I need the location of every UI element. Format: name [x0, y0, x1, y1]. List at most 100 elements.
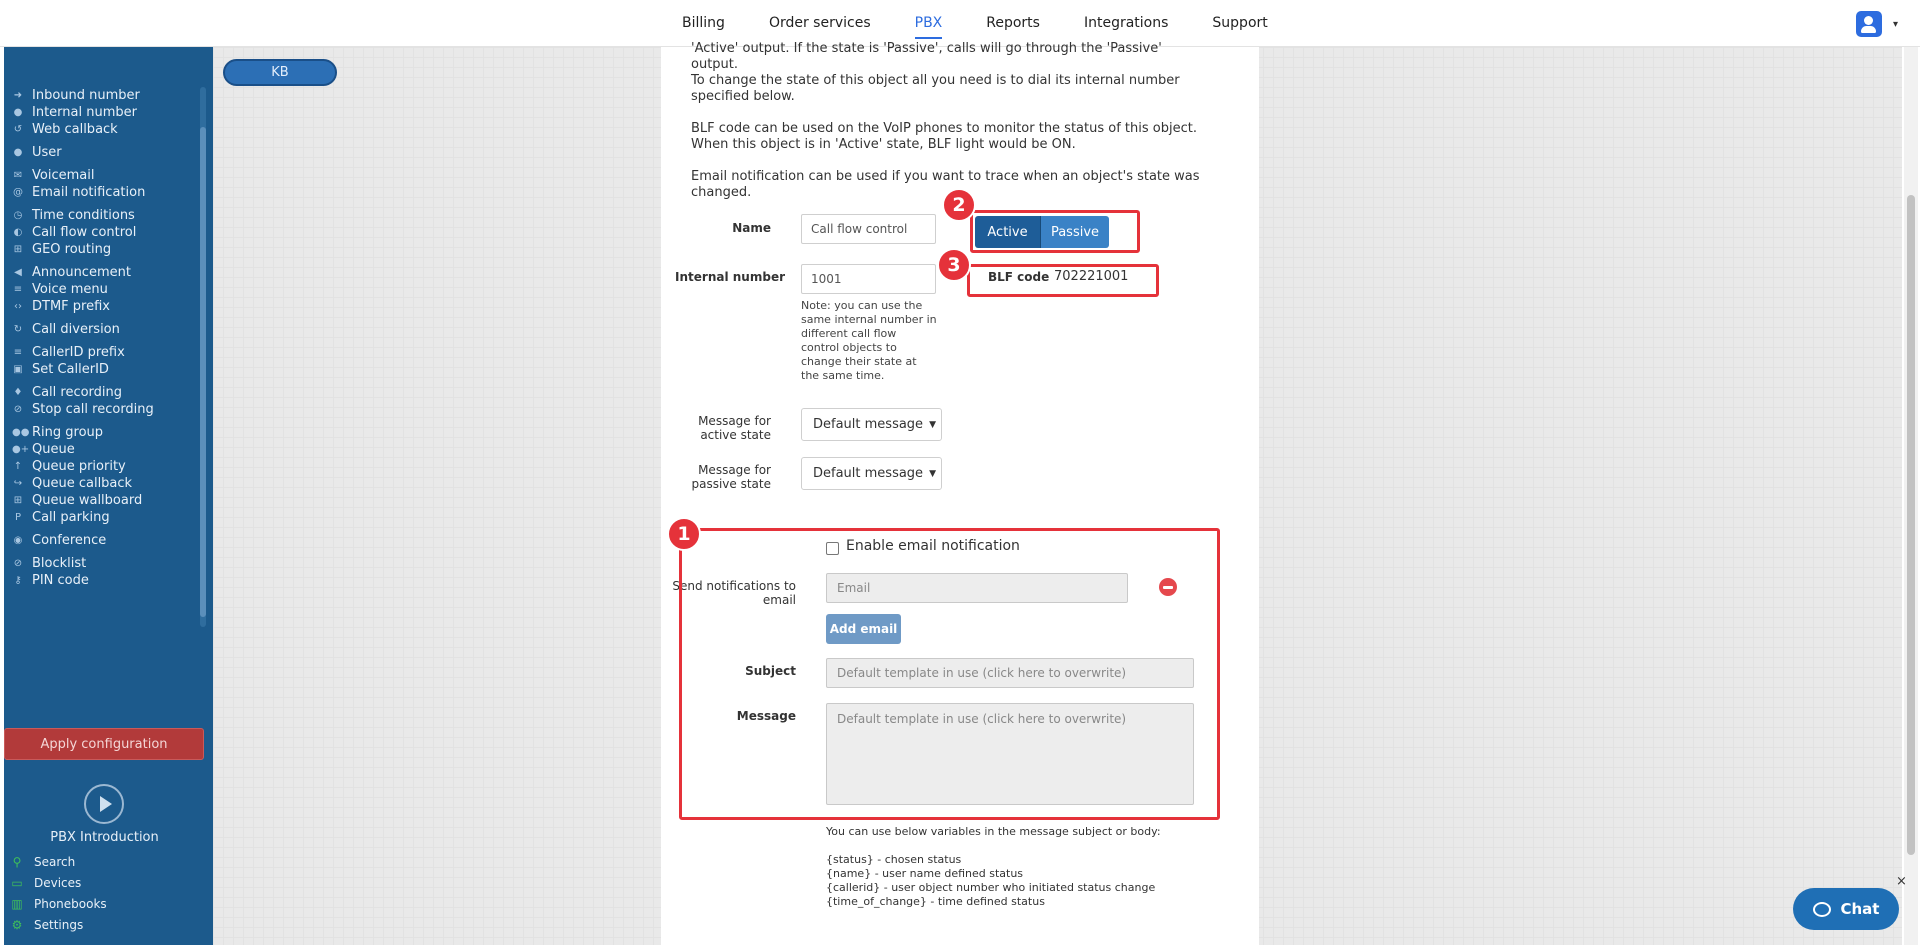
nav-integrations[interactable]: Integrations — [1084, 0, 1168, 47]
message-passive-dropdown[interactable]: Default message ▼ — [801, 457, 942, 490]
nav-order-services[interactable]: Order services — [769, 0, 871, 47]
chat-button[interactable]: Chat — [1793, 888, 1899, 930]
sidebar-item-call-recording[interactable]: ♦ Call recording — [12, 383, 123, 401]
comments-icon: ◉ — [13, 534, 23, 546]
internal-number-input[interactable]: 1001 — [801, 264, 936, 294]
sidebar-search[interactable]: ⚲ Search — [10, 855, 76, 869]
list-icon: ≡ — [13, 283, 23, 295]
toggle-icon: ◐ — [13, 226, 23, 238]
undo-icon: ↺ — [13, 123, 23, 135]
share-icon: ↪ — [13, 477, 23, 489]
sidebar-item-email-notification[interactable]: @ Email notification — [12, 183, 145, 201]
top-navbar: Billing Order services PBX Reports Integ… — [0, 0, 1920, 47]
internal-number-note: Note: you can use the same internal numb… — [801, 299, 937, 382]
nav-reports[interactable]: Reports — [986, 0, 1040, 47]
book-icon: ▥ — [11, 897, 23, 911]
sidebar-item-voice-menu[interactable]: ≡ Voice menu — [12, 280, 108, 298]
sidebar-item-call-flow-control[interactable]: ◐ Call flow control — [12, 223, 137, 241]
sidebar-item-user[interactable]: ● User — [12, 143, 62, 161]
envelope-icon: ✉ — [13, 169, 23, 181]
chat-close-icon[interactable]: × — [1896, 874, 1907, 889]
megaphone-icon: ◀ — [14, 266, 22, 278]
sidebar-item-ring-group[interactable]: ●● Ring group — [12, 423, 103, 441]
id-card-icon: ▣ — [13, 363, 23, 375]
variable-status: {status} - chosen status — [826, 853, 962, 866]
user-plus-icon: ●+ — [12, 443, 30, 455]
message-active-dropdown[interactable]: Default message ▼ — [801, 408, 942, 441]
sidebar-item-internal-number[interactable]: ● Internal number — [12, 103, 137, 121]
clock-icon: ◷ — [13, 209, 23, 221]
sidebar-item-set-callerid[interactable]: ▣ Set CallerID — [12, 360, 109, 378]
sidebar-item-callerid-prefix[interactable]: ≡ CallerID prefix — [12, 343, 125, 361]
page-scrollbar-thumb[interactable] — [1907, 195, 1915, 855]
sidebar-item-queue-priority[interactable]: ↑ Queue priority — [12, 457, 126, 475]
sidebar-item-call-parking[interactable]: P Call parking — [12, 508, 110, 526]
pin-icon: ● — [13, 106, 23, 118]
arrow-up-icon: ↑ — [13, 460, 23, 472]
annotation-box-3 — [967, 264, 1159, 297]
sidebar-item-queue[interactable]: ●+ Queue — [12, 440, 75, 458]
pbx-intro-play-button[interactable] — [84, 784, 124, 824]
kb-object-node[interactable]: KB — [223, 59, 337, 86]
variable-callerid: {callerid} - user object number who init… — [826, 881, 1156, 894]
play-icon — [100, 796, 112, 812]
sidebar-settings[interactable]: ⚙ Settings — [10, 918, 84, 932]
sidebar-item-stop-call-recording[interactable]: ⊘ Stop call recording — [12, 400, 154, 418]
monitor-icon: ▭ — [11, 876, 23, 890]
variables-intro: You can use below variables in the messa… — [826, 825, 1161, 838]
sidebar-devices[interactable]: ▭ Devices — [10, 876, 81, 890]
variable-name: {name} - user name defined status — [826, 867, 1024, 880]
annotation-badge-3: 3 — [937, 248, 971, 282]
main-nav: Billing Order services PBX Reports Integ… — [660, 0, 1290, 47]
ban-icon: ⊘ — [13, 557, 23, 569]
sidebar-scrollbar-thumb[interactable] — [200, 127, 206, 617]
chat-bubble-icon — [1812, 901, 1831, 917]
chevron-down-icon[interactable]: ▾ — [1893, 19, 1898, 30]
sidebar-item-geo-routing[interactable]: ⊞ GEO routing — [12, 240, 111, 258]
sidebar-item-inbound-number[interactable]: ➜ Inbound number — [12, 86, 140, 104]
pbx-intro-label[interactable]: PBX Introduction — [0, 830, 209, 845]
sidebar-item-voicemail[interactable]: ✉ Voicemail — [12, 166, 95, 184]
name-input[interactable]: Call flow control — [801, 214, 936, 244]
sidebar-item-time-conditions[interactable]: ◷ Time conditions — [12, 206, 135, 224]
gear-icon: ⚙ — [11, 918, 23, 932]
annotation-box-1 — [679, 528, 1220, 820]
sidebar-phonebooks[interactable]: ▥ Phonebooks — [10, 897, 106, 911]
variable-time-of-change: {time_of_change} - time defined status — [826, 895, 1045, 908]
apply-configuration-button[interactable]: Apply configuration — [4, 728, 204, 760]
sidebar-item-web-callback[interactable]: ↺ Web callback — [12, 120, 118, 138]
bars-icon: ≡ — [13, 346, 23, 358]
sidebar-item-call-diversion[interactable]: ↻ Call diversion — [12, 320, 120, 338]
sidebar-object-list: ➜ Inbound number ● Internal number ↺ Web ca… — [4, 85, 204, 690]
key-icon: ⚷ — [14, 574, 22, 586]
user-menu-button[interactable] — [1856, 11, 1882, 37]
annotation-badge-1: 1 — [667, 517, 701, 551]
message-active-label: Message for active state — [698, 414, 771, 442]
microphone-slash-icon: ⊘ — [13, 403, 23, 415]
circle-arrow-icon: ➜ — [13, 89, 23, 101]
search-icon: ⚲ — [12, 855, 22, 869]
blf-info-text: BLF code can be used on the VoIP phones … — [691, 121, 1197, 152]
nav-billing[interactable]: Billing — [682, 0, 725, 47]
table-icon: ⊞ — [13, 494, 23, 506]
annotation-badge-2: 2 — [942, 188, 976, 222]
sidebar-item-conference[interactable]: ◉ Conference — [12, 531, 107, 549]
nav-support[interactable]: Support — [1212, 0, 1267, 47]
internal-number-label: Internal number — [675, 270, 785, 284]
sidebar-item-queue-wallboard[interactable]: ⊞ Queue wallboard — [12, 491, 142, 509]
sidebar-item-pin-code[interactable]: ⚷ PIN code — [12, 571, 89, 589]
sidebar-item-queue-callback[interactable]: ↪ Queue callback — [12, 474, 132, 492]
user-icon — [1864, 16, 1873, 25]
nav-pbx[interactable]: PBX — [914, 0, 942, 47]
sidebar-item-dtmf-prefix[interactable]: ‹› DTMF prefix — [12, 297, 110, 315]
code-icon: ‹› — [14, 300, 22, 312]
name-label: Name — [732, 221, 771, 235]
sidebar-item-blocklist[interactable]: ⊘ Blocklist — [12, 554, 86, 572]
caret-down-icon: ▼ — [929, 419, 936, 430]
at-icon: @ — [13, 186, 23, 198]
sidebar-item-announcement[interactable]: ◀ Announcement — [12, 263, 131, 281]
redo-icon: ↻ — [13, 323, 23, 335]
parking-icon: P — [14, 511, 22, 523]
users-icon: ●● — [12, 426, 30, 438]
caret-down-icon: ▼ — [929, 468, 936, 479]
